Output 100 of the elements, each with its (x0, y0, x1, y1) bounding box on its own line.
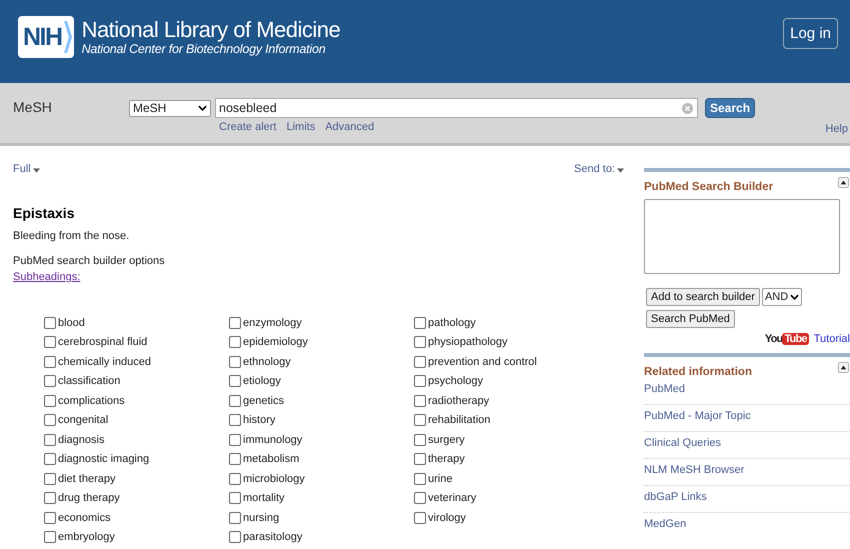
checkbox[interactable] (414, 336, 426, 348)
checkbox-label: pathology (428, 316, 476, 329)
checkbox-label: psychology (428, 375, 484, 388)
checkbox-label: physiopathology (428, 336, 508, 348)
checkbox[interactable] (229, 375, 241, 388)
checkbox[interactable] (414, 453, 426, 466)
checkbox-label: radiotherapy (428, 394, 490, 407)
operator-select[interactable]: AND (762, 288, 802, 306)
checkbox-label: history (243, 414, 276, 426)
checkbox[interactable] (414, 414, 426, 426)
checkbox-label: cerebrospinal fluid (58, 336, 148, 348)
checkbox-label: surgery (428, 434, 465, 446)
checkbox[interactable] (229, 394, 241, 407)
related-link[interactable]: PubMed (644, 378, 850, 405)
related-link[interactable]: Clinical Queries (644, 432, 850, 459)
format-menu[interactable]: Full (13, 163, 40, 175)
checkbox-label: diagnosis (58, 434, 104, 446)
checkbox[interactable] (44, 492, 56, 504)
checkbox[interactable] (414, 356, 426, 368)
checkbox[interactable] (414, 316, 426, 329)
search-button[interactable]: Search (705, 98, 756, 118)
checkbox-label: microbiology (243, 472, 305, 485)
checkbox-label: epidemiology (243, 336, 308, 348)
checkbox[interactable] (229, 472, 241, 485)
checkbox[interactable] (44, 336, 56, 348)
options-heading: PubMed search builder options (13, 255, 166, 267)
login-button[interactable]: Log in (783, 18, 838, 49)
search-option-link[interactable]: Limits (286, 121, 316, 133)
checkbox[interactable] (44, 512, 56, 524)
checkbox-label: diet therapy (58, 472, 116, 485)
checkbox[interactable] (414, 434, 426, 446)
checkbox-label: therapy (428, 453, 465, 466)
checkbox-label: parasitology (243, 531, 302, 544)
checkbox[interactable] (414, 492, 426, 504)
nih-logo[interactable]: NIH (18, 16, 74, 58)
logo-text: NIH (23, 22, 62, 52)
builder-textarea[interactable] (644, 199, 840, 274)
collapse-icon[interactable] (838, 362, 849, 373)
checkbox[interactable] (229, 531, 241, 544)
checkbox[interactable] (44, 531, 56, 544)
search-field[interactable]: nosebleed (215, 98, 698, 118)
related-link[interactable]: PubMed - Major Topic (644, 405, 850, 432)
checkbox[interactable] (44, 375, 56, 388)
checkbox[interactable] (44, 472, 56, 485)
checkbox[interactable] (229, 453, 241, 466)
collapse-icon[interactable] (838, 177, 849, 188)
checkbox[interactable] (44, 414, 56, 426)
site-title: National Library of Medicine (82, 18, 340, 42)
related-link[interactable]: NLM MeSH Browser (644, 459, 850, 486)
search-pubmed-button[interactable]: Search PubMed (646, 310, 735, 328)
checkbox-label: immunology (243, 434, 302, 446)
checkbox-label: virology (428, 512, 466, 524)
definition-text: Bleeding from the nose. (13, 230, 130, 242)
help-link[interactable]: Help (825, 123, 848, 135)
search-option-link[interactable]: Advanced (325, 121, 374, 133)
database-select[interactable]: MeSH (129, 100, 211, 116)
checkbox[interactable] (229, 336, 241, 348)
checkbox[interactable] (229, 512, 241, 524)
checkbox-label: etiology (243, 375, 281, 388)
checkbox[interactable] (414, 394, 426, 407)
related-link[interactable]: dbGaP Links (644, 486, 850, 513)
checkbox[interactable] (44, 356, 56, 368)
checkbox-label: urine (428, 472, 452, 485)
checkbox-label: rehabilitation (428, 414, 490, 426)
record-title: Epistaxis (13, 205, 76, 221)
checkbox[interactable] (414, 512, 426, 524)
send-to-menu[interactable]: Send to: (574, 163, 624, 175)
caret-icon (790, 294, 800, 300)
checkbox-label: diagnostic imaging (58, 453, 150, 466)
tutorial-link[interactable]: Tutorial (814, 333, 850, 345)
caret-icon (617, 168, 624, 172)
checkbox[interactable] (229, 492, 241, 504)
checkbox[interactable] (44, 434, 56, 446)
search-option-link[interactable]: Create alert (219, 121, 276, 133)
checkbox-label: drug therapy (58, 492, 120, 504)
checkbox-label: economics (58, 512, 111, 524)
checkbox[interactable] (44, 316, 56, 329)
checkbox-label: mortality (243, 492, 285, 504)
subheadings-link[interactable]: Subheadings: (13, 271, 80, 283)
checkbox-label: congenital (58, 414, 108, 426)
checkbox[interactable] (229, 316, 241, 329)
checkbox[interactable] (229, 414, 241, 426)
checkbox-label: complications (58, 394, 125, 407)
checkbox-label: ethnology (243, 356, 291, 368)
checkbox[interactable] (44, 453, 56, 466)
related-link[interactable]: MedGen (644, 513, 850, 539)
panel-title: PubMed Search Builder (644, 181, 774, 193)
checkbox[interactable] (229, 356, 241, 368)
add-button[interactable]: Add to search builder (646, 288, 760, 306)
panel-title: Related information (644, 366, 752, 378)
checkbox[interactable] (44, 394, 56, 407)
checkbox[interactable] (414, 375, 426, 388)
site-subtitle: National Center for Biotechnology Information (82, 42, 326, 56)
checkbox[interactable] (414, 472, 426, 485)
checkbox-label: nursing (243, 512, 280, 524)
checkbox[interactable] (229, 434, 241, 446)
checkbox-label: metabolism (243, 453, 300, 466)
checkbox-label: prevention and control (428, 356, 537, 368)
checkbox-label: veterinary (428, 492, 476, 504)
caret-icon (32, 168, 40, 172)
